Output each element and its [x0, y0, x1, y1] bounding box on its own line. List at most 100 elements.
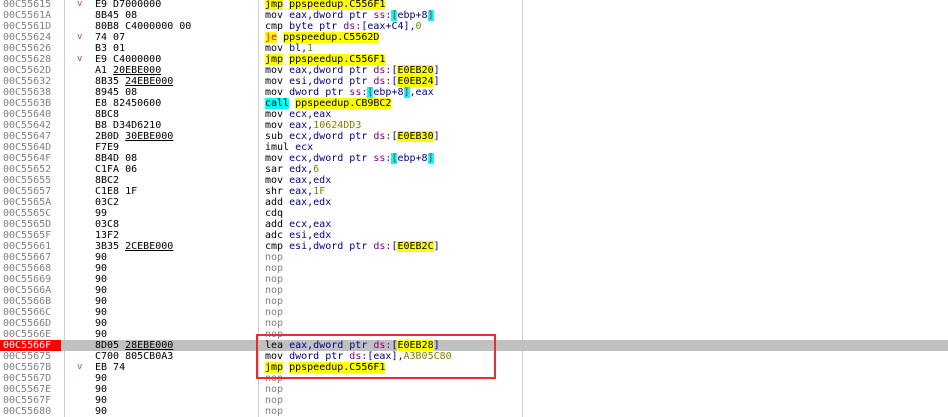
instruction-token: ebp+8 [397, 153, 428, 164]
address-cell: 00C55661 [3, 241, 52, 252]
instruction-token: jmp [265, 54, 284, 65]
bytes-fragment: 90 [95, 329, 108, 340]
instruction-token: ] [433, 65, 440, 76]
disasm-row[interactable]: 00C55638 8945 08 mov dword ptr ss:[ebp+8],… [0, 87, 948, 98]
jump-arrow-icon: v [77, 362, 83, 372]
instruction-token: ecx,dword ptr [283, 131, 374, 142]
disasm-row[interactable]: 00C55615 v E9 D7000000 jmp ppspeedup.C556F1 [0, 0, 948, 10]
bytes-fragment: C700 805CB0A3 [95, 351, 174, 362]
disasm-row[interactable]: 00C55626 B3 01 mov bl,1 [0, 43, 948, 54]
instruction-cell: jmp ppspeedup.C556F1 [265, 0, 520, 10]
bytes-fragment: 90 [95, 406, 108, 417]
bytes-fragment: C1FA 06 [95, 164, 138, 175]
disasm-row[interactable]: 00C5565D 03C8 add ecx,eax [0, 219, 948, 230]
disasm-row[interactable]: 00C55669 90 nop [0, 274, 948, 285]
disasm-row[interactable]: 00C55632 8B35 24EBE000 mov esi,dword ptr d… [0, 76, 948, 87]
bytes-fragment: 8D05 [95, 340, 126, 351]
instruction-cell: cdq [265, 208, 520, 219]
disasm-row[interactable]: 00C55624 v 74 07 je ppspeedup.C5562D [0, 32, 948, 43]
bytes-cell: 8BC2 [95, 175, 255, 186]
instruction-token: E0EB2C [397, 241, 434, 252]
instruction-cell: add ecx,eax [265, 219, 520, 230]
bytes-fragment: 90 [95, 395, 108, 406]
bytes-fragment: 8945 08 [95, 87, 138, 98]
address-cell: 00C5564F [3, 153, 52, 164]
disasm-row[interactable]: 00C5566A 90 nop [0, 285, 948, 296]
instruction-token: nop [265, 285, 284, 296]
bytes-cell: F7E9 [95, 142, 255, 153]
disasm-row[interactable]: 00C55668 90 nop [0, 263, 948, 274]
disasm-row[interactable]: 00C5565F 13F2 adc esi,edx [0, 230, 948, 241]
instruction-token: nop [265, 263, 284, 274]
disasm-row[interactable]: 00C5565A 03C2 add eax,edx [0, 197, 948, 208]
instruction-cell: mov ecx,dword ptr ss:[ebp+8] [265, 153, 520, 164]
instruction-cell: shr eax,1F [265, 186, 520, 197]
bytes-fragment: 90 [95, 285, 108, 296]
address-cell: 00C55626 [3, 43, 52, 54]
bytes-cell: 2B0D 30EBE000 [95, 131, 255, 142]
instruction-token: add [265, 219, 284, 230]
disasm-row[interactable]: 00C5561D 80B8 C4000000 00 cmp byte ptr ds:… [0, 21, 948, 32]
disasm-row[interactable]: 00C5561A 8B45 08 mov eax,dword ptr ss:[ebp… [0, 10, 948, 21]
instruction-token: eax,edx [283, 197, 332, 208]
instruction-token: esi,dword ptr [283, 241, 374, 252]
instruction-token: E0EB24 [397, 76, 434, 87]
disasm-row[interactable]: 00C55647 2B0D 30EBE000 sub ecx,dword ptr d… [0, 131, 948, 142]
disasm-row[interactable]: 00C5564F 8B4D 08 mov ecx,dword ptr ss:[ebp… [0, 153, 948, 164]
disasm-row[interactable]: 00C5565C 99 cdq [0, 208, 948, 219]
disasm-row[interactable]: 00C55655 8BC2 mov eax,edx [0, 175, 948, 186]
instruction-token: 0 [415, 21, 422, 32]
disasm-row[interactable]: 00C5567E 90 nop [0, 384, 948, 395]
disasm-row[interactable]: 00C55661 3B35 2CEBE000 cmp esi,dword ptr d… [0, 241, 948, 252]
address-cell: 00C55642 [3, 120, 52, 131]
bytes-fragment: E9 C4000000 [95, 54, 162, 65]
disasm-row[interactable]: 00C5562D A1 20EBE000 mov eax,dword ptr ds:… [0, 65, 948, 76]
bytes-cell: 90 [95, 395, 255, 406]
instruction-cell: je ppspeedup.C5562D [265, 32, 520, 43]
disasm-row[interactable]: 00C5566B 90 nop [0, 296, 948, 307]
disasm-row[interactable]: 00C5567F 90 nop [0, 395, 948, 406]
instruction-token: mov [265, 65, 284, 76]
instruction-token: esi,edx [283, 230, 332, 241]
disasm-row[interactable]: 00C5566C 90 nop [0, 307, 948, 318]
disasm-row[interactable]: 00C55657 C1E8 1F shr eax,1F [0, 186, 948, 197]
bytes-cell: 90 [95, 329, 255, 340]
instruction-cell: nop [265, 406, 520, 417]
instruction-token: nop [265, 406, 284, 417]
instruction-token: E0EB30 [397, 131, 434, 142]
disasm-row[interactable]: 00C5564D F7E9 imul ecx [0, 142, 948, 153]
bytes-cell: 90 [95, 373, 255, 384]
bytes-cell: 03C8 [95, 219, 255, 230]
disasm-row[interactable]: 00C55628 v E9 C4000000 jmp ppspeedup.C556F1 [0, 54, 948, 65]
disasm-row[interactable]: 00C55640 8BC8 mov ecx,eax [0, 109, 948, 120]
address-cell: 00C55647 [3, 131, 52, 142]
address-cell: 00C55628 [3, 54, 52, 65]
instruction-cell: nop [265, 263, 520, 274]
instruction-token: mov [265, 153, 284, 164]
disasm-row[interactable]: 00C55642 B8 D34D6210 mov eax,10624DD3 [0, 120, 948, 131]
instruction-token: mov [265, 120, 284, 131]
bytes-cell: 8B45 08 [95, 10, 255, 21]
address-cell: 00C55652 [3, 164, 52, 175]
instruction-token: ds: [373, 65, 392, 76]
disasm-row[interactable]: 00C5563B E8 82450600 call ppspeedup.CB9BC2 [0, 98, 948, 109]
instruction-token: ppspeedup.C556F1 [289, 0, 386, 10]
disasm-row[interactable]: 00C55652 C1FA 06 sar edx,6 [0, 164, 948, 175]
address-cell: 00C5563B [3, 98, 52, 109]
disasm-row[interactable]: 00C55680 90 nop [0, 406, 948, 417]
instruction-token: eax, [283, 120, 314, 131]
bytes-fragment: 8BC8 [95, 109, 120, 120]
address-cell: 00C5567B [3, 362, 52, 373]
instruction-token: nop [265, 252, 284, 263]
address-cell: 00C5565A [3, 197, 52, 208]
bytes-cell: 8945 08 [95, 87, 255, 98]
address-cell: 00C55624 [3, 32, 52, 43]
address-cell: 00C55680 [3, 406, 52, 417]
disasm-row[interactable]: 00C55667 90 nop [0, 252, 948, 263]
address-cell: 00C5562D [3, 65, 52, 76]
address-cell: 00C5565D [3, 219, 52, 230]
bytes-fragment: 90 [95, 373, 108, 384]
bytes-cell: E9 D7000000 [95, 0, 255, 10]
disassembly-view[interactable]: 00C55615 v E9 D7000000 jmp ppspeedup.C556F1… [0, 0, 948, 417]
disasm-row[interactable]: 00C5566D 90 nop [0, 318, 948, 329]
